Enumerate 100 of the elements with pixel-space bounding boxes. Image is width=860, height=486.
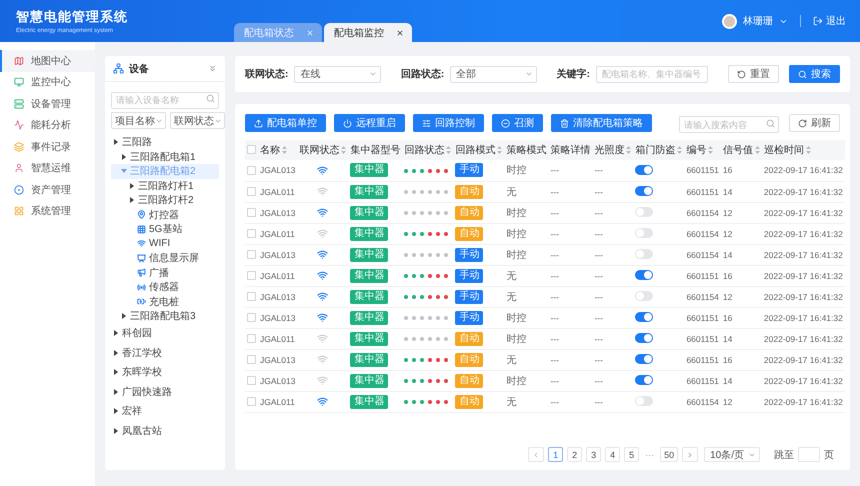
toggle-switch[interactable] [635,375,654,386]
sort-icon[interactable] [806,146,811,154]
caret-icon[interactable] [113,388,119,395]
sidebar-item[interactable]: 设备管理 [0,93,95,114]
search-button[interactable]: 搜索 [789,65,840,83]
search-icon[interactable] [766,118,775,128]
filter-select[interactable]: 全部 [450,66,537,82]
refresh-button[interactable]: 刷新 [789,114,840,132]
checkbox[interactable] [247,270,256,280]
tree-item[interactable]: 充电桩 [111,294,219,309]
checkbox[interactable] [247,250,256,259]
table-cell: 6601151 [684,265,721,286]
caret-icon[interactable] [121,154,127,160]
tree-item[interactable]: 广播 [111,266,219,280]
sidebar-item[interactable]: 资产管理 [0,179,95,200]
avatar[interactable] [722,14,737,28]
action-button[interactable]: 清除配电箱策略 [551,114,652,132]
toggle-switch[interactable] [635,270,654,280]
tree-item[interactable]: 凤凰古站 [111,421,219,440]
collapse-icon[interactable] [208,64,217,73]
tree-item[interactable]: 信息显示屏 [111,251,219,266]
tree-item[interactable]: WIFI [111,236,219,251]
checkbox[interactable] [247,376,256,385]
page-button[interactable]: 1 [548,447,564,462]
caret-icon[interactable] [113,139,119,146]
table-cell: JGAL011 [258,181,298,202]
action-button[interactable]: 配电箱单控 [245,114,326,132]
sidebar-item[interactable]: 监控中心 [0,72,95,93]
toggle-switch[interactable] [635,291,654,302]
caret-icon[interactable] [113,350,119,356]
search-field[interactable]: 请输入设备名称 [111,92,219,108]
tree-item[interactable]: 5G基站 [111,222,219,236]
page-size-select[interactable]: 10条/页 [704,447,760,462]
user-name[interactable]: 林珊珊 [743,14,773,28]
page-button[interactable]: 5 [624,447,640,462]
caret-icon[interactable] [113,408,119,414]
page-button[interactable]: 3 [586,447,602,462]
toggle-switch[interactable] [635,354,654,364]
logout-button[interactable]: 退出 [813,14,846,28]
filter-dropdown[interactable]: 联网状态 [170,112,225,129]
search-field[interactable]: 请输入搜索内容 [679,116,779,133]
sort-icon[interactable] [282,146,287,154]
page-button[interactable]: 2 [567,447,582,462]
toggle-switch[interactable] [635,333,654,344]
checkbox[interactable] [247,396,256,406]
tree-item[interactable]: 三阳路灯杆1 [111,178,219,193]
tree-item[interactable]: 东晖学校 [111,362,219,382]
page-button[interactable]: 50 [660,447,678,462]
caret-icon[interactable] [129,197,135,204]
checkbox[interactable] [247,208,256,217]
tree-item[interactable]: 三阳路配电箱1 [111,150,219,164]
tree-item[interactable]: 三阳路灯杆2 [111,193,219,208]
prev-page-button[interactable] [528,447,544,462]
toggle-switch[interactable] [635,396,654,406]
sidebar-item[interactable]: 事件记录 [0,136,95,158]
caret-icon[interactable] [129,182,135,189]
checkbox[interactable] [247,292,256,301]
sidebar-item[interactable]: 智慧运维 [0,158,95,179]
caret-icon[interactable] [113,369,119,376]
toggle-switch[interactable] [635,186,654,196]
checkbox[interactable] [247,228,256,238]
next-page-button[interactable] [682,447,698,462]
tree-item[interactable]: 科创园 [111,324,219,343]
checkbox[interactable] [247,166,256,175]
tree-item[interactable]: 广园快速路 [111,382,219,402]
filter-select[interactable]: 在线 [294,66,381,82]
action-button[interactable]: 召测 [492,114,543,132]
toggle-switch[interactable] [635,207,654,218]
tab[interactable]: 配电箱监控 [324,23,412,42]
sidebar-item[interactable]: 系统管理 [0,200,95,222]
close-icon[interactable] [396,28,404,36]
tree-item[interactable]: 香江学校 [111,343,219,362]
caret-icon[interactable] [113,428,119,434]
toggle-switch[interactable] [635,165,654,176]
page-button[interactable]: 4 [605,447,620,462]
checkbox[interactable] [247,334,256,343]
reset-button[interactable]: 重置 [728,65,779,83]
caret-icon[interactable] [121,313,127,320]
toggle-switch[interactable] [635,249,654,260]
checkbox[interactable] [247,145,256,154]
tree-item[interactable]: 三阳路 [111,135,219,150]
toggle-switch[interactable] [635,312,654,322]
sidebar-item[interactable]: 地图中心 [0,50,95,72]
toggle-switch[interactable] [635,228,654,238]
keyword-field[interactable]: 配电箱名称、集中器编号 [596,66,708,82]
sidebar-item[interactable]: 能耗分析 [0,114,95,136]
sort-icon[interactable] [708,146,714,154]
filter-dropdown[interactable]: 项目名称 [111,112,166,129]
search-icon[interactable] [206,94,215,103]
checkbox[interactable] [247,186,256,196]
tree-item[interactable]: 传感器 [111,280,219,294]
jump-page-field[interactable] [798,447,820,462]
tree-item[interactable]: 灯控器 [111,208,219,222]
tree-item[interactable]: 三阳路配电箱3 [111,309,219,324]
action-button[interactable]: 回路控制 [413,114,484,132]
checkbox[interactable] [247,312,256,322]
tree-item[interactable]: 宏祥 [111,402,219,421]
action-button[interactable]: 远程重启 [334,114,405,132]
checkbox[interactable] [247,354,256,364]
caret-icon[interactable] [113,330,119,336]
